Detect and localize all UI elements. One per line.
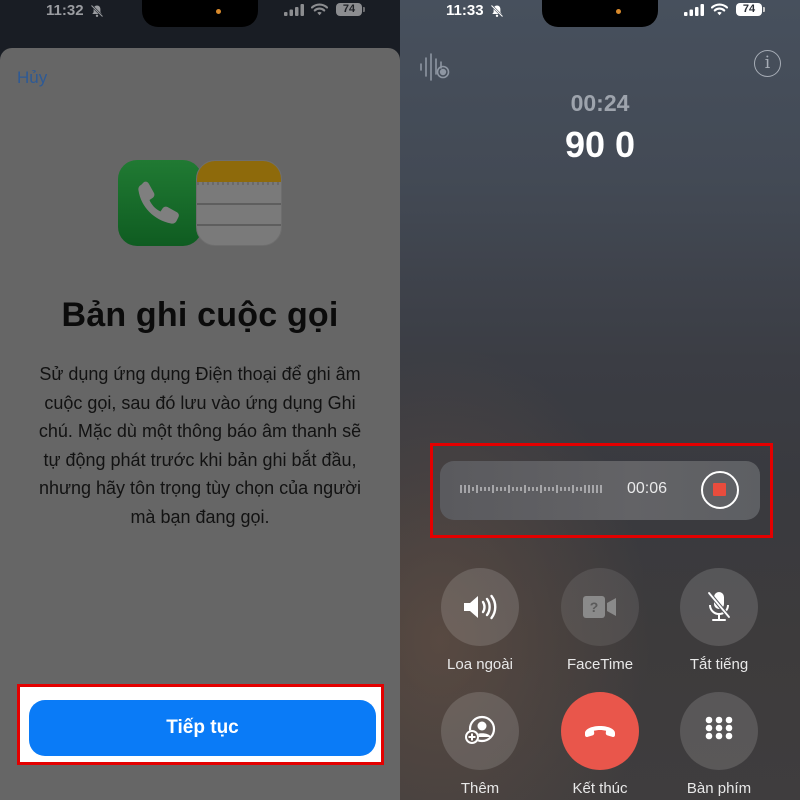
caller-name: 90 0	[564, 124, 636, 165]
status-bar: 11:33 74	[400, 0, 800, 27]
recording-bar: 00:06	[440, 461, 760, 520]
bell-slash-icon	[90, 4, 104, 18]
facetime-control[interactable]: ? FaceTime	[550, 568, 650, 673]
add-call-icon	[465, 715, 496, 744]
keypad-control[interactable]: Bàn phím	[669, 692, 769, 797]
facetime-icon: ?	[583, 596, 616, 618]
sheet-title: Bản ghi cuộc gọi	[61, 296, 339, 334]
mute-control[interactable]: Tắt tiếng	[669, 568, 769, 673]
dynamic-island	[142, 0, 258, 27]
continue-button[interactable]: Tiếp tục	[29, 700, 376, 756]
phone-handset-icon	[138, 181, 179, 224]
end-call-control[interactable]: Kết thúc	[550, 692, 650, 797]
cellular-signal-icon	[684, 4, 704, 16]
sheet-description: Sử dụng ứng dụng Điện thoại để ghi âm cu…	[38, 364, 362, 527]
info-icon: i	[764, 53, 771, 73]
stop-icon	[713, 483, 726, 496]
recording-elapsed: 00:06	[627, 480, 668, 497]
mute-button[interactable]	[680, 568, 758, 646]
status-bar: 11:32 74	[0, 0, 400, 27]
left-screen-call-recording-intro: 11:32 74 Hủy Bản ghi cuộc gọi Sử dụng ứn…	[0, 0, 400, 800]
keypad-label: Bàn phím	[686, 780, 752, 797]
bell-slash-icon	[490, 4, 504, 18]
notes-app-icon	[196, 160, 282, 246]
speaker-label: Loa ngoài	[447, 656, 513, 673]
privacy-indicator	[616, 9, 621, 14]
cancel-button[interactable]: Hủy	[17, 68, 47, 88]
end-call-label: Kết thúc	[572, 780, 628, 797]
end-call-icon	[585, 726, 615, 738]
keypad-icon	[705, 716, 733, 740]
continue-highlight-box: Tiếp tục	[17, 684, 384, 765]
call-recording-waveform-icon	[420, 53, 450, 81]
stop-recording-button[interactable]	[701, 471, 739, 509]
recording-waveform	[460, 485, 602, 493]
app-icons	[118, 160, 284, 246]
add-call-button[interactable]	[441, 692, 519, 770]
wifi-icon	[711, 3, 728, 16]
recording-highlight-box: 00:06	[430, 443, 773, 538]
battery-indicator: 74	[736, 3, 765, 16]
speaker-button[interactable]	[441, 568, 519, 646]
facetime-label: FaceTime	[566, 656, 634, 673]
status-time: 11:32	[46, 2, 84, 19]
facetime-button[interactable]: ?	[561, 568, 639, 646]
svg-text:?: ?	[590, 599, 599, 615]
speaker-icon	[464, 594, 497, 620]
call-duration: 00:24	[570, 90, 630, 116]
privacy-indicator	[216, 9, 221, 14]
keypad-button[interactable]	[680, 692, 758, 770]
info-button[interactable]: i	[754, 50, 781, 77]
speaker-control[interactable]: Loa ngoài	[430, 568, 530, 673]
phone-app-icon	[118, 160, 202, 246]
mic-off-icon	[707, 591, 731, 621]
dynamic-island	[542, 0, 658, 27]
mute-label: Tắt tiếng	[689, 656, 749, 673]
add-call-label: Thêm	[460, 780, 500, 797]
add-call-control[interactable]: Thêm	[430, 692, 530, 797]
battery-indicator: 74	[336, 3, 365, 16]
end-call-button[interactable]	[561, 692, 639, 770]
right-screen-active-call: 11:33 74 i 00:24 90 0 00:06 Loa ngoài ? …	[400, 0, 800, 800]
status-time: 11:33	[446, 2, 484, 19]
wifi-icon	[311, 3, 328, 16]
cellular-signal-icon	[284, 4, 304, 16]
